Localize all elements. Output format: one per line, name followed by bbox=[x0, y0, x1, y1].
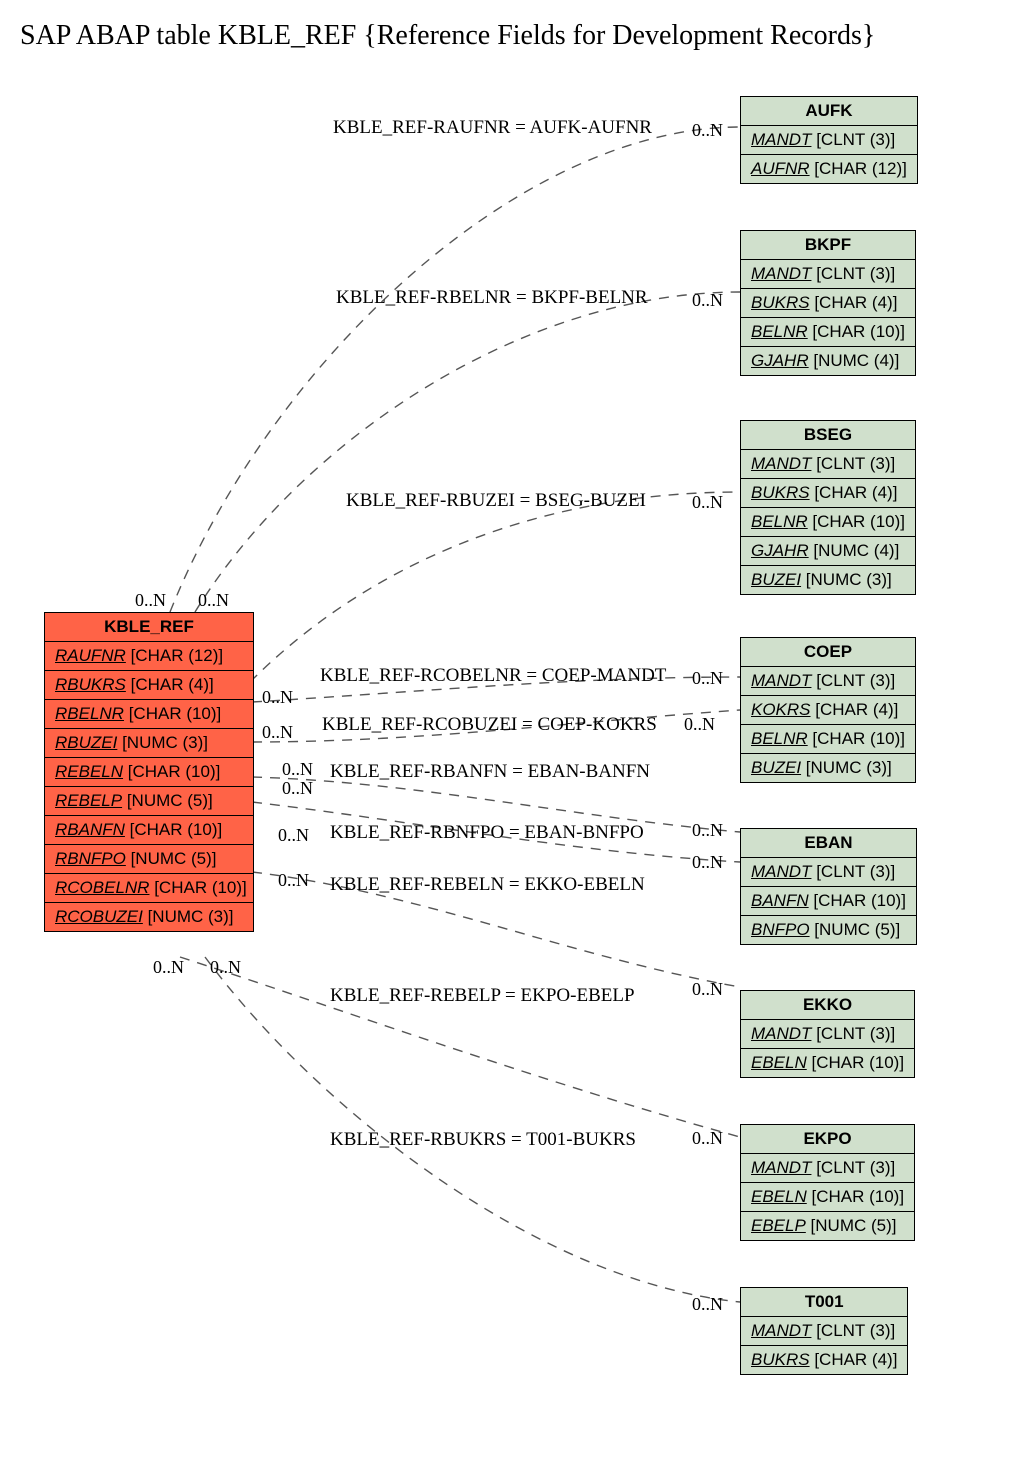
cardinality: 0..N bbox=[692, 1128, 723, 1149]
cardinality: 0..N bbox=[262, 722, 293, 743]
field-row: REBELN [CHAR (10)] bbox=[45, 758, 253, 787]
relation-label: KBLE_REF-RCOBELNR = COEP-MANDT bbox=[320, 665, 666, 687]
field-row: MANDT [CLNT (3)] bbox=[741, 450, 915, 479]
field-row: EBELN [CHAR (10)] bbox=[741, 1049, 914, 1077]
cardinality: 0..N bbox=[692, 1294, 723, 1315]
relation-label: KBLE_REF-RBANFN = EBAN-BANFN bbox=[330, 761, 650, 783]
field-row: RCOBUZEI [NUMC (3)] bbox=[45, 903, 253, 931]
field-row: GJAHR [NUMC (4)] bbox=[741, 537, 915, 566]
field-row: RCOBELNR [CHAR (10)] bbox=[45, 874, 253, 903]
field-row: MANDT [CLNT (3)] bbox=[741, 1020, 914, 1049]
field-row: BANFN [CHAR (10)] bbox=[741, 887, 916, 916]
entity-header: EKPO bbox=[741, 1125, 914, 1154]
entity-t001: T001 MANDT [CLNT (3)] BUKRS [CHAR (4)] bbox=[740, 1287, 908, 1375]
field-row: BUZEI [NUMC (3)] bbox=[741, 566, 915, 594]
entity-header: BKPF bbox=[741, 231, 915, 260]
field-row: RBANFN [CHAR (10)] bbox=[45, 816, 253, 845]
field-row: BELNR [CHAR (10)] bbox=[741, 318, 915, 347]
entity-ekpo: EKPO MANDT [CLNT (3)] EBELN [CHAR (10)] … bbox=[740, 1124, 915, 1241]
entity-header: EBAN bbox=[741, 829, 916, 858]
entity-coep: COEP MANDT [CLNT (3)] KOKRS [CHAR (4)] B… bbox=[740, 637, 916, 783]
entity-kble-ref: KBLE_REF RAUFNR [CHAR (12)] RBUKRS [CHAR… bbox=[44, 612, 254, 932]
field-row: RBUKRS [CHAR (4)] bbox=[45, 671, 253, 700]
field-row: GJAHR [NUMC (4)] bbox=[741, 347, 915, 375]
cardinality: 0..N bbox=[198, 590, 229, 611]
cardinality: 0..N bbox=[135, 590, 166, 611]
field-row: AUFNR [CHAR (12)] bbox=[741, 155, 917, 183]
field-row: RBELNR [CHAR (10)] bbox=[45, 700, 253, 729]
entity-header: T001 bbox=[741, 1288, 907, 1317]
entity-eban: EBAN MANDT [CLNT (3)] BANFN [CHAR (10)] … bbox=[740, 828, 917, 945]
cardinality: 0..N bbox=[684, 714, 715, 735]
field-row: REBELP [NUMC (5)] bbox=[45, 787, 253, 816]
relation-label: KBLE_REF-RCOBUZEI = COEP-KOKRS bbox=[322, 714, 657, 736]
field-row: RAUFNR [CHAR (12)] bbox=[45, 642, 253, 671]
cardinality: 0..N bbox=[692, 290, 723, 311]
entity-bkpf: BKPF MANDT [CLNT (3)] BUKRS [CHAR (4)] B… bbox=[740, 230, 916, 376]
cardinality: 0..N bbox=[278, 870, 309, 891]
entity-bseg: BSEG MANDT [CLNT (3)] BUKRS [CHAR (4)] B… bbox=[740, 420, 916, 595]
field-row: MANDT [CLNT (3)] bbox=[741, 260, 915, 289]
field-row: RBUZEI [NUMC (3)] bbox=[45, 729, 253, 758]
cardinality: 0..N bbox=[692, 492, 723, 513]
relation-label: KBLE_REF-RBNFPO = EBAN-BNFPO bbox=[330, 822, 644, 844]
relation-label: KBLE_REF-RAUFNR = AUFK-AUFNR bbox=[333, 117, 652, 139]
entity-header: KBLE_REF bbox=[45, 613, 253, 642]
cardinality: 0..N bbox=[692, 820, 723, 841]
field-row: KOKRS [CHAR (4)] bbox=[741, 696, 915, 725]
field-row: MANDT [CLNT (3)] bbox=[741, 126, 917, 155]
cardinality: 0..N bbox=[153, 957, 184, 978]
entity-ekko: EKKO MANDT [CLNT (3)] EBELN [CHAR (10)] bbox=[740, 990, 915, 1078]
entity-header: AUFK bbox=[741, 97, 917, 126]
relation-label: KBLE_REF-RBUZEI = BSEG-BUZEI bbox=[346, 490, 646, 512]
field-row: RBNFPO [NUMC (5)] bbox=[45, 845, 253, 874]
field-row: MANDT [CLNT (3)] bbox=[741, 858, 916, 887]
entity-aufk: AUFK MANDT [CLNT (3)] AUFNR [CHAR (12)] bbox=[740, 96, 918, 184]
field-row: EBELN [CHAR (10)] bbox=[741, 1183, 914, 1212]
field-row: BUZEI [NUMC (3)] bbox=[741, 754, 915, 782]
cardinality: 0..N bbox=[692, 979, 723, 1000]
field-row: BUKRS [CHAR (4)] bbox=[741, 479, 915, 508]
field-row: BELNR [CHAR (10)] bbox=[741, 508, 915, 537]
relation-label: KBLE_REF-RBUKRS = T001-BUKRS bbox=[330, 1129, 636, 1151]
entity-header: EKKO bbox=[741, 991, 914, 1020]
field-row: MANDT [CLNT (3)] bbox=[741, 1154, 914, 1183]
field-row: BNFPO [NUMC (5)] bbox=[741, 916, 916, 944]
cardinality: 0..N bbox=[282, 759, 313, 780]
cardinality: 0..N bbox=[692, 668, 723, 689]
cardinality: 0..N bbox=[210, 957, 241, 978]
page-title: SAP ABAP table KBLE_REF {Reference Field… bbox=[20, 20, 1031, 52]
entity-header: COEP bbox=[741, 638, 915, 667]
field-row: MANDT [CLNT (3)] bbox=[741, 667, 915, 696]
field-row: BUKRS [CHAR (4)] bbox=[741, 289, 915, 318]
cardinality: 0..N bbox=[262, 687, 293, 708]
relation-label: KBLE_REF-RBELNR = BKPF-BELNR bbox=[336, 287, 648, 309]
entity-header: BSEG bbox=[741, 421, 915, 450]
relation-label: KBLE_REF-REBELP = EKPO-EBELP bbox=[330, 985, 635, 1007]
field-row: EBELP [NUMC (5)] bbox=[741, 1212, 914, 1240]
relation-label: KBLE_REF-REBELN = EKKO-EBELN bbox=[330, 874, 645, 896]
field-row: MANDT [CLNT (3)] bbox=[741, 1317, 907, 1346]
field-row: BUKRS [CHAR (4)] bbox=[741, 1346, 907, 1374]
field-row: BELNR [CHAR (10)] bbox=[741, 725, 915, 754]
cardinality: 0..N bbox=[282, 778, 313, 799]
er-diagram: KBLE_REF RAUFNR [CHAR (12)] RBUKRS [CHAR… bbox=[20, 62, 1015, 1442]
cardinality: 0..N bbox=[692, 852, 723, 873]
cardinality: 0..N bbox=[692, 120, 723, 141]
cardinality: 0..N bbox=[278, 825, 309, 846]
